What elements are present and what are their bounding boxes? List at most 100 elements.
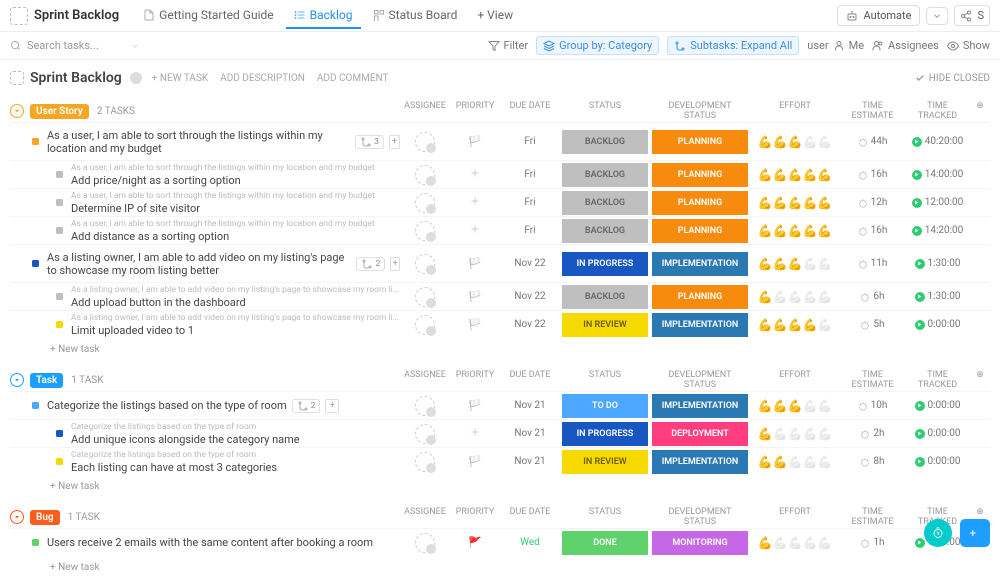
status-badge[interactable]: TO DO — [562, 394, 648, 418]
status-square[interactable] — [32, 402, 39, 409]
section-new-task[interactable]: + NEW TASK — [152, 73, 208, 84]
task-title[interactable]: As a user, I am able to sort through the… — [47, 129, 400, 155]
new-task-link[interactable]: + New task — [10, 556, 990, 577]
effort-rating[interactable]: 💪💪💪💪💪 — [750, 399, 840, 413]
new-task-link[interactable]: + New task — [10, 338, 990, 359]
filter-button[interactable]: Filter — [488, 39, 529, 52]
time-estimate[interactable]: 6h — [840, 291, 905, 302]
due-date[interactable]: Nov 21 — [500, 456, 560, 467]
effort-rating[interactable]: 💪💪💪💪💪 — [750, 318, 840, 332]
status-badge[interactable]: DONE — [562, 531, 648, 555]
effort-rating[interactable]: 💪💪💪💪💪 — [750, 257, 840, 271]
status-badge[interactable]: BACKLOG — [562, 191, 648, 215]
assignee-avatar[interactable] — [415, 193, 435, 213]
task-row[interactable]: Categorize the listings based on the typ… — [10, 419, 990, 447]
task-row[interactable]: Categorize the listings based on the typ… — [10, 447, 990, 475]
assignee-avatar[interactable] — [415, 315, 435, 335]
time-estimate[interactable]: 1h — [840, 537, 905, 548]
effort-rating[interactable]: 💪💪💪💪💪 — [750, 536, 840, 550]
group-tag[interactable]: User Story — [30, 104, 89, 119]
task-title[interactable]: Add unique icons alongside the category … — [71, 433, 300, 446]
add-subtask-button[interactable]: + — [390, 257, 400, 271]
dev-status-badge[interactable]: MONITORING — [652, 531, 748, 555]
tab-backlog[interactable]: Backlog — [286, 3, 361, 29]
due-date[interactable]: Fri — [500, 136, 560, 147]
dev-status-badge[interactable]: PLANNING — [652, 191, 748, 215]
time-tracked[interactable]: 12:00:00 — [905, 197, 970, 208]
hide-closed-button[interactable]: HIDE CLOSED — [915, 73, 990, 84]
task-row[interactable]: As a user, I am able to sort through the… — [10, 160, 990, 188]
due-date[interactable]: Fri — [500, 169, 560, 180]
status-badge[interactable]: IN REVIEW — [562, 450, 648, 474]
tab-status-board[interactable]: Status Board — [365, 3, 466, 29]
add-column-button[interactable]: ⊕ — [970, 101, 990, 121]
assignee-avatar[interactable] — [415, 533, 435, 553]
task-title[interactable]: Categorize the listings based on the typ… — [47, 399, 339, 413]
group-tag[interactable]: Bug — [30, 510, 60, 525]
status-square[interactable] — [32, 260, 39, 267]
priority-flag[interactable]: 🏳️ — [468, 135, 482, 148]
automate-button[interactable]: Automate — [837, 5, 920, 26]
status-badge[interactable]: IN PROGRESS — [562, 252, 648, 276]
status-square[interactable] — [56, 171, 63, 178]
task-row[interactable]: Categorize the listings based on the typ… — [10, 391, 990, 419]
group-header[interactable]: Task 1 TASK ASSIGNEEPRIORITYDUE DATE STA… — [10, 369, 990, 391]
automate-dropdown[interactable] — [926, 7, 948, 25]
time-estimate[interactable]: 5h — [840, 319, 905, 330]
dev-status-badge[interactable]: IMPLEMENTATION — [652, 252, 748, 276]
task-row[interactable]: As a listing owner, I am able to add vid… — [10, 310, 990, 338]
time-estimate[interactable]: 8h — [840, 456, 905, 467]
task-row[interactable]: As a user, I am able to sort through the… — [10, 216, 990, 244]
assignee-avatar[interactable] — [415, 396, 435, 416]
task-title[interactable]: Add price/night as a sorting option — [71, 174, 375, 187]
collapse-toggle[interactable] — [10, 373, 24, 387]
time-tracked[interactable]: 1:30:00 — [905, 258, 970, 269]
time-estimate[interactable]: 16h — [840, 169, 905, 180]
subtasks-button[interactable]: Subtasks: Expand All — [667, 36, 799, 55]
subtask-badge[interactable]: 2 — [356, 257, 385, 271]
task-title[interactable]: Each listing can have at most 3 categori… — [71, 461, 277, 474]
group-by-button[interactable]: Group by: Category — [536, 36, 659, 55]
time-tracked[interactable]: 0:00:00 — [905, 428, 970, 439]
me-button[interactable]: userMe — [807, 39, 864, 52]
time-estimate[interactable]: 12h — [840, 197, 905, 208]
priority-empty[interactable] — [469, 426, 481, 441]
assignees-button[interactable]: Assignees — [872, 39, 939, 52]
info-icon[interactable] — [130, 72, 142, 84]
priority-flag[interactable]: 🏳️ — [468, 318, 482, 331]
status-square[interactable] — [32, 138, 39, 145]
assignee-avatar[interactable] — [415, 287, 435, 307]
search-input[interactable]: Search tasks... — [10, 39, 140, 52]
section-add-desc[interactable]: ADD DESCRIPTION — [220, 73, 305, 84]
dev-status-badge[interactable]: IMPLEMENTATION — [652, 450, 748, 474]
effort-rating[interactable]: 💪💪💪💪💪 — [750, 196, 840, 210]
subtask-badge[interactable]: 2 — [292, 399, 321, 413]
time-tracked[interactable]: 14:00:00 — [905, 169, 970, 180]
due-date[interactable]: Nov 22 — [500, 258, 560, 269]
due-date[interactable]: Nov 21 — [500, 428, 560, 439]
due-date[interactable]: Fri — [500, 197, 560, 208]
dev-status-badge[interactable]: PLANNING — [652, 130, 748, 154]
time-tracked[interactable]: 14:20:00 — [905, 225, 970, 236]
task-row[interactable]: As a user, I am able to sort through the… — [10, 122, 990, 160]
task-title[interactable]: As a listing owner, I am able to add vid… — [47, 251, 400, 277]
dev-status-badge[interactable]: IMPLEMENTATION — [652, 313, 748, 337]
effort-rating[interactable]: 💪💪💪💪💪 — [750, 135, 840, 149]
time-tracked[interactable]: 1:30:00 — [905, 291, 970, 302]
time-estimate[interactable]: 11h — [840, 258, 905, 269]
group-header[interactable]: Bug 1 TASK ASSIGNEEPRIORITYDUE DATE STAT… — [10, 506, 990, 528]
status-badge[interactable]: BACKLOG — [562, 130, 648, 154]
new-task-link[interactable]: + New task — [10, 475, 990, 496]
show-button[interactable]: Show — [947, 39, 990, 52]
effort-rating[interactable]: 💪💪💪💪💪 — [750, 290, 840, 304]
status-square[interactable] — [56, 199, 63, 206]
status-badge[interactable]: IN REVIEW — [562, 313, 648, 337]
time-estimate[interactable]: 44h — [840, 136, 905, 147]
priority-flag[interactable]: 🏳️ — [468, 257, 482, 270]
add-subtask-button[interactable]: + — [325, 399, 339, 413]
task-title[interactable]: Add upload button in the dashboard — [71, 296, 400, 309]
due-date[interactable]: Nov 22 — [500, 319, 560, 330]
task-title[interactable]: Limit uploaded video to 1 — [71, 324, 400, 337]
task-title[interactable]: Add distance as a sorting option — [71, 230, 375, 243]
dev-status-badge[interactable]: IMPLEMENTATION — [652, 394, 748, 418]
